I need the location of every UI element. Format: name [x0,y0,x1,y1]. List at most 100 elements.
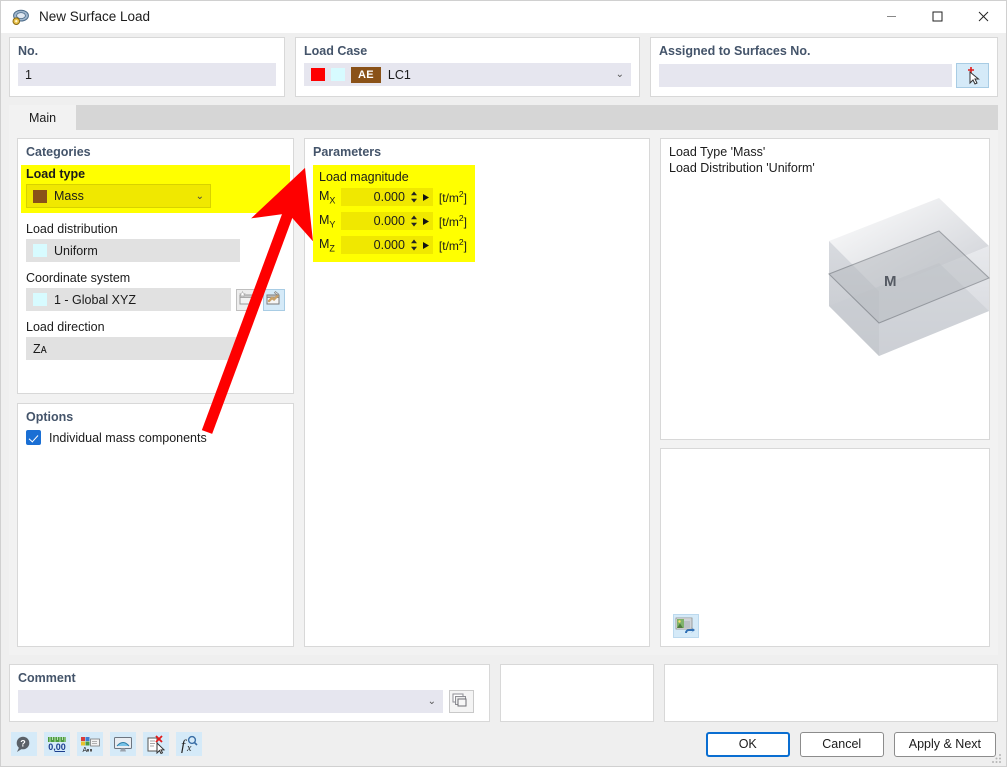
load-type-value: Mass [54,189,84,203]
expand-mx-icon[interactable] [419,188,433,206]
coordinate-system-label: Coordinate system [26,271,285,285]
load-type-label: Load type [26,167,285,181]
parameter-unit-mz: [t/m2] [439,237,467,253]
tab-main[interactable]: Main [9,105,76,130]
spinner-my[interactable] [409,212,419,230]
load-distribution-value: Uniform [54,244,98,258]
assigned-surfaces-input[interactable] [659,64,952,87]
minimize-button[interactable] [868,1,914,33]
close-button[interactable] [960,1,1006,33]
parameter-input-my[interactable]: 0.000 [341,212,409,230]
load-distribution-label: Load distribution [26,222,285,236]
parameter-row: MX 0.000 [t/m2] [319,188,467,206]
load-case-secondary-swatch [331,68,345,81]
preview-tools-row [669,455,981,638]
load-case-label: Load Case [304,44,631,58]
coordinate-system-value: 1 - Global XYZ [54,293,136,307]
comment-extra-panel-1 [500,664,654,722]
middle-column: Parameters Load magnitude MX 0.000 [t/m2… [304,138,650,647]
assigned-surfaces-group: Assigned to Surfaces No. [650,37,998,97]
right-column: Load Type 'Mass' Load Distribution 'Unif… [660,138,990,647]
comment-extra-panel-2 [664,664,998,722]
coordinate-system-swatch [33,293,47,306]
load-distribution-field[interactable]: Uniform [26,239,240,262]
preview-panel: Load Type 'Mass' Load Distribution 'Unif… [660,138,990,440]
number-group: No. 1 [9,37,285,97]
left-column: Categories Load type Mass ⌄ Load distrib… [17,138,294,647]
window-title: New Surface Load [39,9,150,24]
svg-text:0,00: 0,00 [48,742,66,752]
chevron-down-icon[interactable]: ⌄ [196,191,204,202]
dialog-body: Categories Load type Mass ⌄ Load distrib… [9,130,998,655]
coordinate-system-field[interactable]: 1 - Global XYZ [26,288,231,311]
parameter-name-mz: MZ [319,237,341,254]
new-coordinate-system-icon[interactable] [236,289,258,311]
ok-button[interactable]: OK [706,732,790,757]
preview-load-type: Load Type 'Mass' [669,145,981,161]
tab-strip: Main [9,105,998,130]
parameter-row: MZ 0.000 [t/m2] [319,236,467,254]
individual-mass-components-row[interactable]: Individual mass components [26,430,285,445]
parameters-title: Parameters [313,145,641,159]
expand-my-icon[interactable] [419,212,433,230]
window-controls [868,1,1006,33]
apply-next-button[interactable]: Apply & Next [894,732,996,757]
load-case-color-swatch [311,68,325,81]
copy-comment-icon[interactable] [449,690,474,713]
load-type-combo[interactable]: Mass ⌄ [26,184,211,208]
footer-bar: ? 0,00 A [1,722,1006,766]
cancel-button[interactable]: Cancel [800,732,884,757]
preview-load-distribution: Load Distribution 'Uniform' [669,161,981,177]
formula-icon[interactable]: f x [176,732,202,756]
render-image-icon[interactable] [673,614,699,638]
options-title: Options [26,410,285,424]
parameter-input-mx[interactable]: 0.000 [341,188,409,206]
parameter-input-mz[interactable]: 0.000 [341,236,409,254]
comment-group: Comment ⌄ [9,664,490,722]
spinner-mz[interactable] [409,236,419,254]
chevron-down-icon[interactable]: ⌄ [422,696,436,707]
assigned-surfaces-label: Assigned to Surfaces No. [659,44,989,58]
spinner-mx[interactable] [409,188,419,206]
load-direction-field[interactable]: Zᴀ [26,337,240,360]
categories-title: Categories [26,145,285,159]
svg-text:x: x [186,743,192,754]
load-case-value: LC1 [388,68,411,82]
number-input[interactable]: 1 [18,63,276,86]
preview-options-panel [660,448,990,647]
comment-input[interactable]: ⌄ [18,690,443,713]
title-bar: New Surface Load [1,1,1006,33]
top-fields-row: No. 1 Load Case AE LC1 ⌄ Assigned to Sur… [1,33,1006,97]
select-surface-cursor-icon[interactable] [956,63,989,88]
parameter-unit-mx: [t/m2] [439,189,467,205]
number-format-icon[interactable]: 0,00 [44,732,70,756]
load-direction-label: Load direction [26,320,285,334]
resize-grip[interactable] [991,752,1003,764]
load-type-swatch [33,190,47,203]
load-distribution-swatch [33,244,47,257]
number-label: No. [18,44,276,58]
chevron-down-icon[interactable]: ⌄ [610,69,624,80]
display-properties-icon[interactable]: A [77,732,103,756]
svg-text:?: ? [20,738,26,748]
parameter-name-mx: MX [319,189,341,206]
expand-mz-icon[interactable] [419,236,433,254]
new-surface-load-dialog: New Surface Load No. 1 Load Case AE [0,0,1007,767]
comment-label: Comment [18,671,481,685]
svg-text:A: A [83,747,88,754]
maximize-button[interactable] [914,1,960,33]
load-case-combo[interactable]: AE LC1 ⌄ [304,63,631,86]
load-magnitude-block: Load magnitude MX 0.000 [t/m2] MY [313,165,475,262]
view-settings-icon[interactable] [110,732,136,756]
delete-selection-icon[interactable] [143,732,169,756]
edit-coordinate-system-icon[interactable] [263,289,285,311]
load-case-group: Load Case AE LC1 ⌄ [295,37,640,97]
categories-panel: Categories Load type Mass ⌄ Load distrib… [17,138,294,394]
preview-glyph-label: M [884,273,897,290]
individual-mass-components-checkbox[interactable] [26,430,41,445]
load-type-highlight: Load type Mass ⌄ [21,165,290,213]
load-magnitude-label: Load magnitude [319,170,467,184]
load-case-badge: AE [351,67,381,83]
dialog-buttons: OK Cancel Apply & Next [706,732,996,757]
help-icon[interactable]: ? [11,732,37,756]
